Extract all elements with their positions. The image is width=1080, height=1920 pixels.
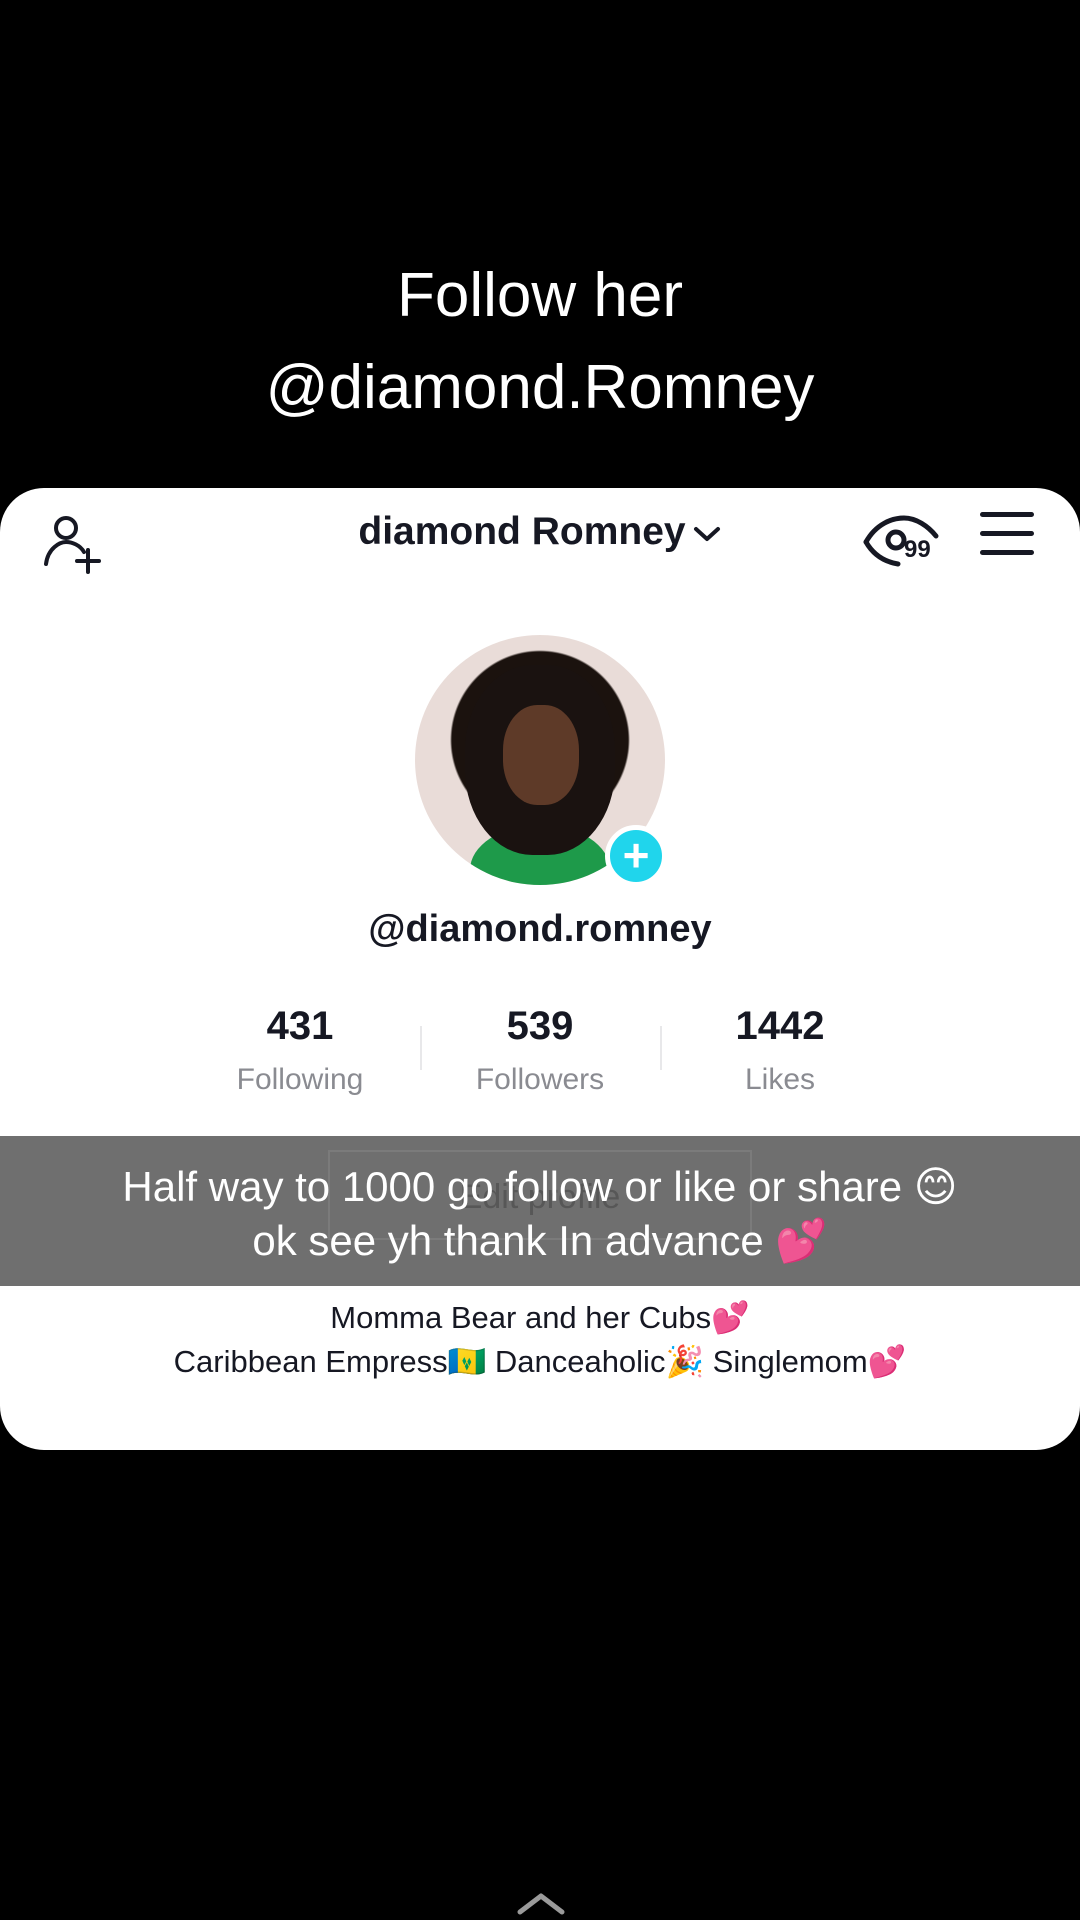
caption-bar: Edit profile Half way to 1000 go follow … — [0, 1136, 1080, 1286]
overlay-line-1: Follow her — [397, 261, 683, 330]
caption-line-2: ok see yh thank In advance 💕 — [252, 1217, 828, 1264]
stat-value: 431 — [266, 1004, 334, 1048]
account-name: diamond Romney — [358, 510, 686, 553]
profile-views-count: 99 — [904, 536, 931, 563]
stat-label: Likes — [744, 1063, 816, 1096]
caption-line-1: Half way to 1000 go follow or like or sh… — [122, 1163, 958, 1210]
stat-label: Following — [236, 1063, 364, 1096]
bio-line-2: Caribbean Empress🇻🇨 Danceaholic🎉 Singlem… — [173, 1344, 907, 1379]
profile-handle: @diamond.romney — [368, 908, 712, 950]
profile-top-bar: diamond Romney 99 — [0, 488, 1080, 588]
stat-value: 1442 — [735, 1004, 825, 1048]
stat-following[interactable]: 431 Following — [180, 1004, 420, 1097]
chevron-up-icon[interactable] — [516, 1890, 566, 1916]
stat-value: 539 — [506, 1004, 574, 1048]
stat-likes[interactable]: 1442 Likes — [660, 1004, 900, 1097]
chevron-down-icon — [693, 526, 720, 541]
stat-label: Followers — [475, 1063, 605, 1096]
profile-screenshot-card: diamond Romney 99 + @diamond.romney 431 … — [0, 488, 1080, 1450]
stat-followers[interactable]: 539 Followers — [420, 1004, 660, 1097]
video-caption: Half way to 1000 go follow or like or sh… — [0, 1160, 1080, 1268]
overlay-line-2: @diamond.Romney — [265, 353, 815, 422]
hamburger-menu-icon[interactable] — [980, 512, 1034, 558]
add-story-plus-icon[interactable]: + — [605, 825, 667, 887]
overlay-headline: Follow her @diamond.Romney — [0, 250, 1080, 434]
bio-line-1: Momma Bear and her Cubs💕 — [330, 1300, 750, 1335]
profile-bio: Momma Bear and her Cubs💕 Caribbean Empre… — [0, 1296, 1080, 1384]
